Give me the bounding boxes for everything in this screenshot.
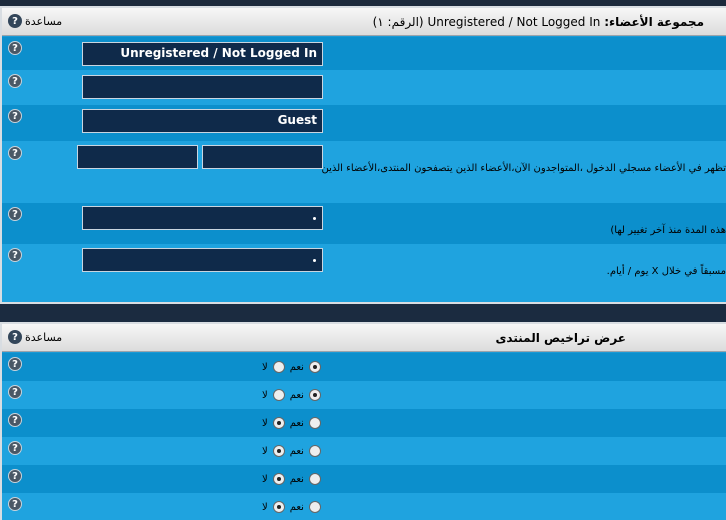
yes-no-radio-group: نعم لا (260, 473, 324, 485)
yes-no-radio-group: نعم لا (260, 361, 324, 373)
help-icon[interactable]: ? (8, 109, 22, 123)
yes-radio[interactable] (308, 445, 321, 457)
no-label: لا (262, 501, 268, 513)
period-select[interactable] (82, 206, 323, 230)
help-icon[interactable]: ? (8, 41, 22, 55)
yes-radio[interactable] (308, 417, 321, 429)
user-title-input[interactable]: Guest (82, 109, 323, 133)
no-label: لا (262, 361, 268, 373)
yes-no-radio-group: نعم لا (260, 501, 324, 513)
permission-row: ? نعم لا (2, 353, 726, 381)
permission-row: ? نعم لا (2, 437, 726, 465)
permission-row: ? نعم لا (2, 493, 726, 520)
days-select[interactable] (82, 248, 323, 272)
yes-radio[interactable] (308, 473, 321, 485)
usergroup-title: مجموعة الأعضاء: Unregistered / Not Logge… (372, 15, 704, 29)
permission-row: ? نعم لا (2, 381, 726, 409)
group-title-input[interactable]: Unregistered / Not Logged In (82, 42, 323, 66)
row-description: ? (2, 70, 726, 105)
yes-no-radio-group: نعم لا (260, 417, 324, 429)
no-radio[interactable] (272, 501, 285, 513)
yes-label: نعم (289, 501, 304, 513)
help-icon[interactable]: ? (8, 441, 22, 455)
help-icon[interactable]: ? (8, 469, 22, 483)
permissions-title: عرض تراخيص المنتدى (495, 331, 626, 345)
yes-label: نعم (289, 361, 304, 373)
forum-permissions-panel: عرض تراخيص المنتدى ? مساعدة ? نعم لا? نعم لا… (0, 322, 726, 520)
markup-description: تظهر في الأعضاء مسجلي الدخول ،المتواجدون… (321, 163, 726, 174)
row-user-title: ? Guest (2, 105, 726, 141)
help-link[interactable]: ? مساعدة (8, 330, 62, 344)
no-radio[interactable] (272, 389, 285, 401)
select-arrow-icon (313, 259, 316, 262)
close-tag-input[interactable] (77, 145, 198, 169)
yes-radio[interactable] (308, 389, 321, 401)
section-separator (0, 304, 726, 322)
no-radio[interactable] (272, 417, 285, 429)
usergroup-header: مجموعة الأعضاء: Unregistered / Not Logge… (2, 8, 726, 36)
help-icon[interactable]: ? (8, 357, 22, 371)
help-icon[interactable]: ? (8, 146, 22, 160)
yes-no-radio-group: نعم لا (260, 389, 324, 401)
select-arrow-icon (313, 217, 316, 220)
usergroup-panel: مجموعة الأعضاء: Unregistered / Not Logge… (0, 6, 726, 304)
row-period: ? هذه المدة منذ آخر تغيير لها) (2, 203, 726, 244)
yes-label: نعم (289, 417, 304, 429)
permission-row: ? نعم لا (2, 465, 726, 493)
help-icon[interactable]: ? (8, 74, 22, 88)
row-markup: ? تظهر في الأعضاء مسجلي الدخول ،المتواجد… (2, 141, 726, 203)
help-icon: ? (8, 330, 22, 344)
no-label: لا (262, 473, 268, 485)
permissions-header: عرض تراخيص المنتدى ? مساعدة (2, 324, 726, 352)
row-group-title: ? Unregistered / Not Logged In (2, 37, 726, 70)
no-label: لا (262, 389, 268, 401)
yes-label: نعم (289, 445, 304, 457)
days-description: مسبقاً في خلال X يوم / أيام. (606, 266, 726, 277)
description-input[interactable] (82, 75, 323, 99)
help-link[interactable]: ? مساعدة (8, 14, 62, 28)
yes-radio[interactable] (308, 361, 321, 373)
no-radio[interactable] (272, 473, 285, 485)
open-tag-input[interactable] (202, 145, 323, 169)
yes-label: نعم (289, 389, 304, 401)
period-description: هذه المدة منذ آخر تغيير لها) (610, 225, 726, 236)
yes-no-radio-group: نعم لا (260, 445, 324, 457)
no-label: لا (262, 417, 268, 429)
help-icon[interactable]: ? (8, 385, 22, 399)
yes-radio[interactable] (308, 501, 321, 513)
help-icon: ? (8, 14, 22, 28)
no-radio[interactable] (272, 361, 285, 373)
help-icon[interactable]: ? (8, 248, 22, 262)
help-icon[interactable]: ? (8, 497, 22, 511)
row-days: ? مسبقاً في خلال X يوم / أيام. (2, 244, 726, 302)
no-radio[interactable] (272, 445, 285, 457)
help-icon[interactable]: ? (8, 207, 22, 221)
yes-label: نعم (289, 473, 304, 485)
help-icon[interactable]: ? (8, 413, 22, 427)
no-label: لا (262, 445, 268, 457)
permission-row: ? نعم لا (2, 409, 726, 437)
